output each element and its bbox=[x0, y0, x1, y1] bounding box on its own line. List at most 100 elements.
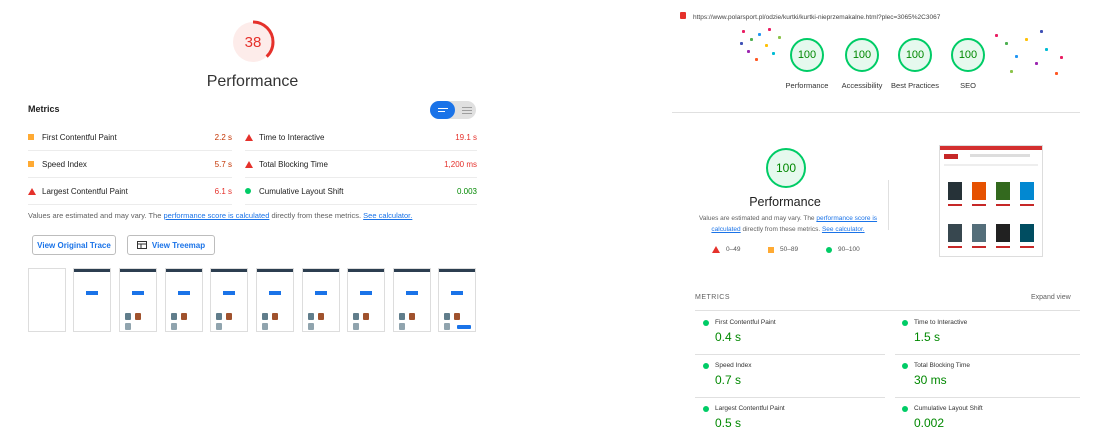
metric-row: Total Blocking Time 1,200 ms bbox=[245, 151, 477, 178]
expand-view-link[interactable]: Expand view bbox=[1031, 294, 1071, 301]
button-label: View Original Trace bbox=[37, 240, 111, 250]
filmstrip-frame bbox=[302, 268, 340, 332]
see-calculator-link[interactable]: See calculator. bbox=[822, 226, 865, 233]
gauge-score: 100 bbox=[958, 49, 978, 61]
filmstrip-frame bbox=[119, 268, 157, 332]
view-treemap-button[interactable]: View Treemap bbox=[127, 235, 215, 255]
metric-value: 1.5 s bbox=[914, 330, 941, 344]
performance-gauge[interactable]: 100 bbox=[790, 38, 824, 72]
metric-row: Time to Interactive 1.5 s bbox=[902, 319, 1082, 344]
metric-value: 0.7 s bbox=[715, 373, 742, 387]
average-square-icon bbox=[28, 161, 34, 167]
divider bbox=[888, 180, 889, 230]
pass-circle-icon bbox=[902, 362, 908, 369]
see-calculator-link[interactable]: See calculator. bbox=[363, 211, 412, 220]
note-text: directly from these metrics. bbox=[740, 226, 822, 233]
estimate-note: Values are estimated and may vary. The p… bbox=[693, 213, 883, 235]
performance-title: Performance bbox=[206, 73, 299, 90]
note-text: Values are estimated and may vary. The bbox=[698, 215, 817, 222]
metric-value: 0.003 bbox=[456, 186, 477, 196]
metric-label: First Contentful Paint bbox=[715, 319, 776, 326]
pass-circle-icon bbox=[703, 405, 709, 412]
legend-pass: 90–100 bbox=[826, 246, 860, 253]
legend-average: 50–89 bbox=[768, 246, 798, 253]
metric-row: Cumulative Layout Shift 0.003 bbox=[245, 178, 477, 205]
metrics-heading: Metrics bbox=[28, 104, 60, 114]
performance-title: Performance bbox=[749, 195, 821, 209]
metric-label: Time to Interactive bbox=[914, 319, 968, 326]
metric-row: Largest Contentful Paint 0.5 s bbox=[703, 405, 883, 430]
pass-circle-icon bbox=[902, 405, 908, 412]
performance-score-gauge: 100 bbox=[766, 148, 806, 188]
pass-circle-icon bbox=[703, 362, 709, 369]
metric-label: Largest Contentful Paint bbox=[42, 186, 128, 196]
accessibility-gauge[interactable]: 100 bbox=[845, 38, 879, 72]
metric-label: Cumulative Layout Shift bbox=[914, 405, 983, 412]
pass-circle-icon bbox=[245, 188, 251, 194]
metric-label: Speed Index bbox=[42, 159, 87, 169]
lock-icon bbox=[680, 12, 686, 19]
estimate-note: Values are estimated and may vary. The p… bbox=[28, 211, 412, 220]
average-square-icon bbox=[28, 134, 34, 140]
divider bbox=[695, 310, 1080, 311]
page-url[interactable]: https://www.polarsport.pl/odzie/kurtki/k… bbox=[693, 14, 940, 21]
filmstrip-frame bbox=[256, 268, 294, 332]
metric-value: 6.1 s bbox=[214, 186, 232, 196]
pass-circle-icon bbox=[826, 246, 832, 253]
metric-row: First Contentful Paint 2.2 s bbox=[28, 124, 232, 151]
average-square-icon bbox=[768, 246, 774, 253]
performance-score: 100 bbox=[775, 161, 797, 175]
page-screenshot bbox=[939, 145, 1043, 257]
best-practices-gauge[interactable]: 100 bbox=[898, 38, 932, 72]
metric-row: Cumulative Layout Shift 0.002 bbox=[902, 405, 1082, 430]
metrics-view-toggle[interactable] bbox=[430, 101, 476, 119]
filmstrip-frame bbox=[73, 268, 111, 332]
seo-gauge[interactable]: 100 bbox=[951, 38, 985, 72]
metric-row: First Contentful Paint 0.4 s bbox=[703, 319, 883, 344]
gauge-score: 100 bbox=[905, 49, 925, 61]
divider bbox=[895, 354, 1080, 355]
metric-value: 0.4 s bbox=[715, 330, 742, 344]
fail-triangle-icon bbox=[245, 133, 253, 141]
metric-row: Largest Contentful Paint 6.1 s bbox=[28, 178, 232, 205]
metric-value: 2.2 s bbox=[214, 132, 232, 142]
metric-label: First Contentful Paint bbox=[42, 132, 117, 142]
fail-triangle-icon bbox=[712, 246, 720, 253]
filmstrip-frame bbox=[438, 268, 476, 332]
pass-circle-icon bbox=[902, 319, 908, 326]
expanded-view-icon[interactable] bbox=[462, 101, 472, 119]
metric-value: 0.002 bbox=[914, 416, 945, 430]
metric-value: 19.1 s bbox=[455, 132, 477, 142]
metric-value: 1,200 ms bbox=[444, 159, 477, 169]
collapsed-view-icon[interactable] bbox=[430, 101, 455, 119]
gauge-label: Accessibility bbox=[841, 81, 883, 90]
metric-label: Time to Interactive bbox=[259, 132, 325, 142]
note-text: directly from these metrics. bbox=[269, 211, 364, 220]
pass-circle-icon bbox=[703, 319, 709, 326]
legend-fail: 0–49 bbox=[712, 246, 740, 253]
filmstrip-frame bbox=[210, 268, 248, 332]
metric-row: Time to Interactive 19.1 s bbox=[245, 124, 477, 151]
divider bbox=[695, 397, 885, 398]
treemap-icon bbox=[136, 241, 147, 249]
performance-score: 38 bbox=[244, 33, 262, 51]
filmstrip-frame bbox=[393, 268, 431, 332]
score-calculation-link[interactable]: performance score is calculated bbox=[163, 211, 269, 220]
filmstrip-frame bbox=[347, 268, 385, 332]
metric-value: 0.5 s bbox=[715, 416, 742, 430]
metric-value: 30 ms bbox=[914, 373, 947, 387]
gauge-score: 100 bbox=[852, 49, 872, 61]
gauge-label: Best Practices bbox=[891, 81, 939, 90]
fail-triangle-icon bbox=[28, 187, 36, 195]
metric-label: Total Blocking Time bbox=[259, 159, 328, 169]
legend-label: 0–49 bbox=[726, 246, 741, 253]
metric-row: Speed Index 5.7 s bbox=[28, 151, 232, 178]
divider bbox=[672, 112, 1080, 113]
metrics-heading: METRICS bbox=[695, 294, 730, 301]
gauge-label: SEO bbox=[960, 81, 976, 90]
metric-value: 5.7 s bbox=[214, 159, 232, 169]
metric-label: Largest Contentful Paint bbox=[715, 405, 785, 412]
fail-triangle-icon bbox=[245, 160, 253, 168]
filmstrip-frame bbox=[165, 268, 203, 332]
view-original-trace-button[interactable]: View Original Trace bbox=[32, 235, 116, 255]
